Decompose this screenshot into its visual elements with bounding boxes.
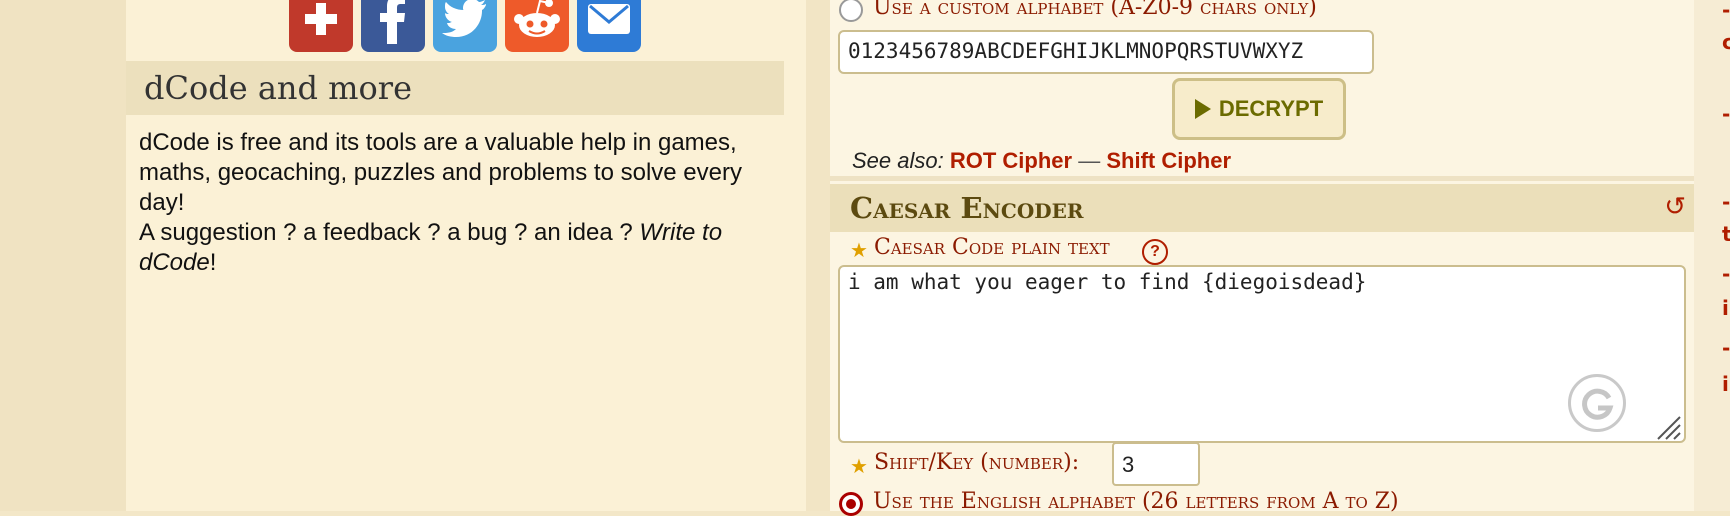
share-more-button[interactable]: [289, 0, 353, 52]
see-also-separator: —: [1078, 148, 1101, 173]
see-also: See also: ROT Cipher — Shift Cipher: [852, 148, 1231, 174]
decrypt-button[interactable]: DECRYPT: [1172, 78, 1346, 140]
required-star-icon: ★: [850, 238, 868, 262]
feedback-suffix: !: [209, 249, 217, 276]
grammarly-icon[interactable]: [1568, 374, 1626, 432]
email-icon: [588, 4, 630, 34]
about-description: dCode is free and its tools are a valuab…: [139, 129, 742, 216]
about-text: dCode is free and its tools are a valuab…: [139, 128, 779, 278]
facebook-icon: [380, 0, 405, 44]
sidebar-edge-mark: -: [1722, 262, 1730, 286]
sidebar-edge-mark: t: [1722, 222, 1730, 246]
plain-text-label: Caesar Code plain text: [874, 235, 1110, 260]
shift-key-input[interactable]: 3: [1112, 442, 1200, 486]
sidebar-edge-mark: -: [1722, 190, 1730, 214]
sidebar-edge-mark: c: [1722, 30, 1730, 54]
share-reddit-button[interactable]: [505, 0, 569, 52]
twitter-icon: [442, 0, 486, 37]
sidebar-edge-mark: -: [1722, 336, 1730, 360]
encoder-title: Caesar Encoder: [850, 191, 1084, 225]
english-alphabet-radio[interactable]: [839, 492, 863, 516]
decrypt-button-label: DECRYPT: [1218, 96, 1324, 121]
play-icon: [1194, 99, 1211, 119]
custom-alphabet-input[interactable]: 0123456789ABCDEFGHIJKLMNOPQRSTUVWXYZ: [838, 30, 1374, 74]
encoder-header: Caesar Encoder ↺: [830, 184, 1694, 232]
shift-cipher-link[interactable]: Shift Cipher: [1106, 148, 1231, 173]
rot-cipher-link[interactable]: ROT Cipher: [950, 148, 1072, 173]
reddit-icon: [514, 0, 560, 37]
english-alphabet-label: Use the English alphabet (26 letters fro…: [873, 489, 1399, 514]
sidebar-edge-mark: -: [1722, 0, 1730, 22]
about-feedback: A suggestion ? a feedback ? a bug ? an i…: [139, 218, 779, 278]
column-gutter: [806, 0, 830, 511]
plus-icon: [305, 3, 337, 35]
share-facebook-button[interactable]: [361, 0, 425, 52]
grammarly-g-icon: [1582, 388, 1614, 420]
resize-handle-icon[interactable]: [1654, 413, 1682, 441]
help-icon[interactable]: ?: [1142, 239, 1168, 265]
sidebar-edge-mark: i: [1722, 296, 1729, 320]
section-divider: [830, 176, 1694, 181]
see-also-label: See also:: [852, 148, 944, 173]
reset-icon[interactable]: ↺: [1664, 192, 1686, 222]
custom-alphabet-label: Use a custom alphabet (A-Z0-9 chars only…: [873, 0, 1317, 20]
sidebar-edge-mark: i: [1722, 372, 1729, 396]
plain-text-input[interactable]: i am what you eager to find {diegoisdead…: [838, 265, 1686, 443]
shift-key-label: Shift/Key (number):: [874, 450, 1080, 475]
right-sidebar-edge: - c - - t - i - i: [1694, 0, 1730, 511]
page-background: [0, 0, 126, 511]
about-section-title: dCode and more: [126, 61, 784, 115]
share-twitter-button[interactable]: [433, 0, 497, 52]
feedback-prompt: A suggestion ? a feedback ? a bug ? an i…: [139, 219, 640, 246]
required-star-icon: ★: [850, 454, 868, 478]
share-email-button[interactable]: [577, 0, 641, 52]
sidebar-edge-mark: -: [1722, 102, 1730, 126]
